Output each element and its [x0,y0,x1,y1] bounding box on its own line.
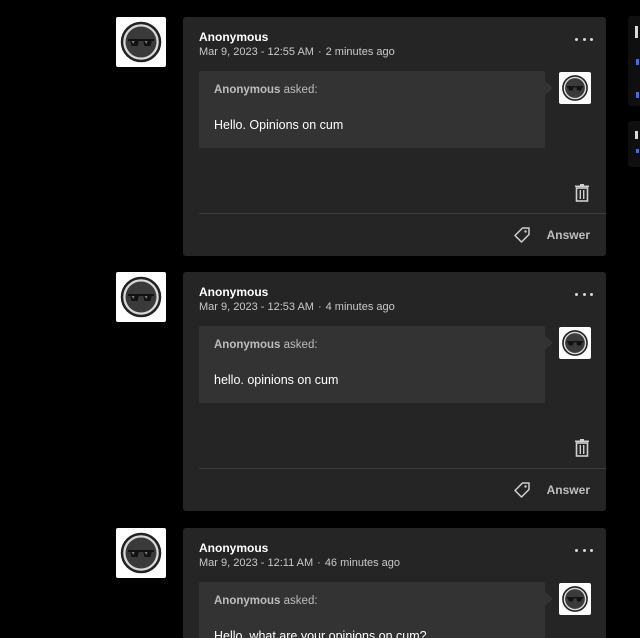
more-options-button[interactable] [575,545,593,555]
ellipsis-icon [575,548,578,552]
ask-card: Anonymous Mar 9, 2023 - 12:53 AM · 4 minut… [183,272,606,511]
more-options-button[interactable] [575,289,593,299]
avatar[interactable] [116,528,166,578]
sunglasses-face-icon [120,276,162,318]
meta-separator: · [317,301,322,313]
asker-name: Anonymous [214,84,281,96]
meta-separator: · [317,46,322,58]
asked-label: asked: [283,339,318,351]
sunglasses-face-icon [562,330,588,356]
trash-icon[interactable] [574,184,590,202]
question-text: hello. opinions on cum [214,373,339,387]
ellipsis-icon [575,292,578,296]
asked-line: Anonymous asked: [214,84,318,96]
asked-line: Anonymous asked: [214,339,318,351]
post-age: 2 minutes ago [325,46,395,58]
post-age: 4 minutes ago [325,301,395,313]
post-date[interactable]: Mar 9, 2023 - 12:11 AM [199,557,313,569]
sunglasses-face-icon [562,586,588,612]
asker-avatar[interactable] [559,327,591,359]
post-author[interactable]: Anonymous [199,541,268,555]
post-author[interactable]: Anonymous [199,30,268,44]
card-divider [199,213,606,214]
sunglasses-face-icon [120,532,162,574]
card-divider [199,468,606,469]
tag-icon[interactable] [513,481,531,499]
post-date[interactable]: Mar 9, 2023 - 12:55 AM [199,46,314,58]
right-sidebar-edge [628,0,640,638]
meta-separator: · [317,557,321,569]
question-text: Hello. Opinions on cum [214,118,344,132]
question-text: Hello, what are your opinions on cum? [214,629,427,638]
sidebar-block[interactable] [628,16,640,106]
sunglasses-face-icon [120,21,162,63]
avatar[interactable] [116,17,166,67]
question-bubble: Anonymous asked: hello. opinions on cum [199,326,553,403]
asker-name: Anonymous [214,339,281,351]
avatar[interactable] [116,272,166,322]
post-date[interactable]: Mar 9, 2023 - 12:53 AM [199,301,314,313]
asker-avatar[interactable] [559,72,591,104]
post-age: 46 minutes ago [324,557,401,569]
asked-label: asked: [283,595,318,607]
more-options-button[interactable] [575,34,593,44]
asked-line: Anonymous asked: [214,595,318,607]
answer-button[interactable]: Answer [547,228,590,242]
answer-button[interactable]: Answer [547,483,590,497]
ask-card: Anonymous Mar 9, 2023 - 12:55 AM · 2 minut… [183,17,606,256]
ask-feed: Anonymous Mar 9, 2023 - 12:55 AM · 2 minut… [0,0,640,638]
question-bubble: Anonymous asked: Hello. Opinions on cum [199,71,553,148]
post-author[interactable]: Anonymous [199,285,268,299]
asker-avatar[interactable] [559,583,591,615]
post-meta: Mar 9, 2023 - 12:55 AM · 2 minutes ago [199,46,395,58]
question-bubble: Anonymous asked: Hello, what are your op… [199,582,553,638]
asked-label: asked: [283,84,318,96]
asker-name: Anonymous [214,595,281,607]
ask-card: Anonymous Mar 9, 2023 - 12:11 AM · 46 minu… [183,528,606,638]
sunglasses-face-icon [562,75,588,101]
post-meta: Mar 9, 2023 - 12:53 AM · 4 minutes ago [199,301,395,313]
tag-icon[interactable] [513,226,531,244]
sidebar-block[interactable] [628,121,640,167]
trash-icon[interactable] [574,439,590,457]
post-meta: Mar 9, 2023 - 12:11 AM · 46 minutes ago [199,557,400,569]
ellipsis-icon [575,37,578,41]
